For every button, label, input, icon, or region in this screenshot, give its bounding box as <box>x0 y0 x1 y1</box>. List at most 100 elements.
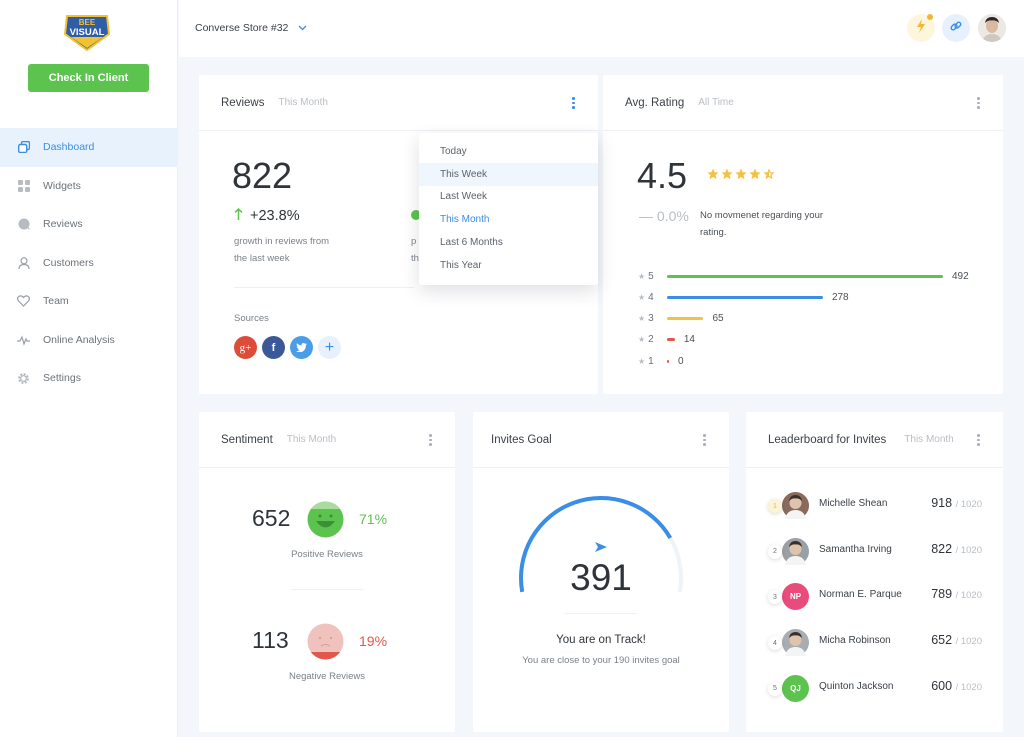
sidebar: BEE VISUAL Check In Client Dashboard Wid… <box>0 0 178 737</box>
rating-count: 0 <box>678 355 684 367</box>
reviews-change: +23.8% <box>234 207 300 224</box>
more-options-icon[interactable] <box>572 97 576 109</box>
rating-bar <box>667 359 669 363</box>
lightning-bolt-icon <box>916 18 926 38</box>
leaderboard-row[interactable]: 4 Micha Robinson 652 / 1020 <box>768 627 988 657</box>
menu-item-this-month[interactable]: This Month <box>419 208 598 231</box>
notifications-button[interactable] <box>907 14 935 42</box>
chevron-down-icon <box>298 22 307 34</box>
leaderboard-row[interactable]: 1 Michelle Shean 918 / 1020 <box>768 490 988 520</box>
star-icon: ★ <box>638 292 646 302</box>
invites-headline: You are on Track! <box>556 634 646 646</box>
menu-item-last-week[interactable]: Last Week <box>419 186 598 209</box>
card-title: Sentiment <box>221 433 273 446</box>
avatar <box>782 537 809 565</box>
sidebar-item-reviews[interactable]: Reviews <box>0 205 178 244</box>
menu-item-today[interactable]: Today <box>419 140 598 163</box>
divider <box>565 613 637 614</box>
user-avatar[interactable] <box>978 14 1006 42</box>
hidden-metric-description: p th <box>411 236 419 264</box>
add-source-button[interactable]: + <box>318 336 341 359</box>
menu-item-this-year[interactable]: This Year <box>419 254 598 277</box>
rating-description: No movmenet regarding your rating. <box>700 210 824 238</box>
topbar: Converse Store #32 <box>179 0 1024 57</box>
widgets-icon <box>17 179 30 192</box>
card-period: This Month <box>278 97 328 108</box>
sidebar-item-customers[interactable]: Customers <box>0 244 178 283</box>
reviews-count: 822 <box>232 155 293 196</box>
sidebar-item-settings[interactable]: Settings <box>0 359 178 398</box>
menu-item-this-week[interactable]: This Week <box>419 162 598 186</box>
card-title: Avg. Rating <box>625 96 685 109</box>
svg-text:VISUAL: VISUAL <box>70 27 105 38</box>
sentiment-card: Sentiment This Month 652 71% Positive Re… <box>199 412 455 732</box>
leaderboard-row[interactable]: 5 QJ Quinton Jackson 600 / 1020 <box>768 673 988 703</box>
facebook-icon[interactable]: f <box>262 336 285 359</box>
more-options-icon[interactable] <box>977 97 981 109</box>
heart-icon <box>17 295 30 308</box>
star-icon: ★ <box>638 314 646 324</box>
leader-name: Norman E. Parque <box>819 589 902 601</box>
sidebar-item-team[interactable]: Team <box>0 282 178 321</box>
sidebar-item-dashboard[interactable]: Dashboard <box>0 128 178 167</box>
reviews-description: growth in reviews from the last week <box>234 236 330 264</box>
positive-count: 652 <box>252 505 291 531</box>
leader-name: Samantha Irving <box>819 543 892 555</box>
sidebar-item-widgets[interactable]: Widgets <box>0 167 178 206</box>
rank-badge: 5 <box>768 681 782 696</box>
rank-badge: 4 <box>768 636 782 651</box>
positive-percent: 71% <box>359 511 388 527</box>
rating-bar <box>667 295 823 299</box>
rating-value: 4.5 <box>637 155 688 196</box>
store-selector[interactable]: Converse Store #32 <box>195 22 307 34</box>
link-button[interactable] <box>942 14 970 42</box>
negative-label: Negative Reviews <box>288 671 366 682</box>
invites-subtext: You are close to your 190 invites goal <box>522 655 680 666</box>
check-in-client-button[interactable]: Check In Client <box>28 64 149 92</box>
sad-face-icon <box>307 623 344 665</box>
more-options-icon[interactable] <box>703 434 707 446</box>
rating-row-4: ★ 4 278 <box>638 290 849 304</box>
positive-label: Positive Reviews <box>291 549 363 560</box>
dashboard-icon <box>17 141 30 154</box>
star-icon <box>749 168 761 180</box>
avatar: NP <box>782 583 809 611</box>
store-name: Converse Store #32 <box>195 22 289 34</box>
notification-dot <box>927 14 933 20</box>
divider <box>234 287 414 288</box>
sidebar-item-online-analysis[interactable]: Online Analysis <box>0 321 178 360</box>
bee-visual-logo[interactable]: BEE VISUAL <box>61 12 113 52</box>
svg-text:BEE: BEE <box>79 18 96 27</box>
google-plus-icon[interactable]: g+ <box>234 336 257 359</box>
avatar: QJ <box>782 674 809 702</box>
more-options-icon[interactable] <box>977 434 981 446</box>
arrow-up-icon <box>234 207 243 224</box>
sidebar-item-label: Settings <box>43 372 81 385</box>
card-title: Leaderboard for Invites <box>768 433 887 446</box>
divider <box>291 589 363 590</box>
star-label: ★ 4 <box>638 291 654 303</box>
rating-row-5: ★ 5 492 <box>638 269 969 283</box>
card-period: This Month <box>904 434 954 445</box>
leaderboard-row[interactable]: 2 Samantha Irving 822 / 1020 <box>768 536 988 566</box>
star-icon: ★ <box>638 335 646 345</box>
pulse-icon <box>17 333 30 346</box>
period-dropdown-menu: Today This Week Last Week This Month Las… <box>419 133 598 285</box>
sidebar-item-label: Dashboard <box>43 141 95 154</box>
leaderboard-row[interactable]: 3 NP Norman E. Parque 789 / 1020 <box>768 581 988 611</box>
sidebar-item-label: Online Analysis <box>43 333 115 346</box>
menu-item-last-6-months[interactable]: Last 6 Months <box>419 231 598 254</box>
more-options-icon[interactable] <box>429 434 433 446</box>
leader-score: 789 / 1020 <box>931 587 982 602</box>
leader-score: 652 / 1020 <box>931 633 982 648</box>
star-label: ★ 3 <box>638 313 654 325</box>
leader-score: 600 / 1020 <box>931 678 982 693</box>
leader-score: 918 / 1020 <box>931 496 982 510</box>
sidebar-nav: Dashboard Widgets Reviews Customers Team… <box>0 128 178 398</box>
leader-name: Quinton Jackson <box>819 680 894 692</box>
rating-count: 14 <box>683 334 695 346</box>
twitter-icon[interactable] <box>290 336 313 359</box>
star-half-icon <box>763 168 775 180</box>
sidebar-item-label: Team <box>43 295 69 308</box>
card-title: Invites Goal <box>491 433 552 446</box>
